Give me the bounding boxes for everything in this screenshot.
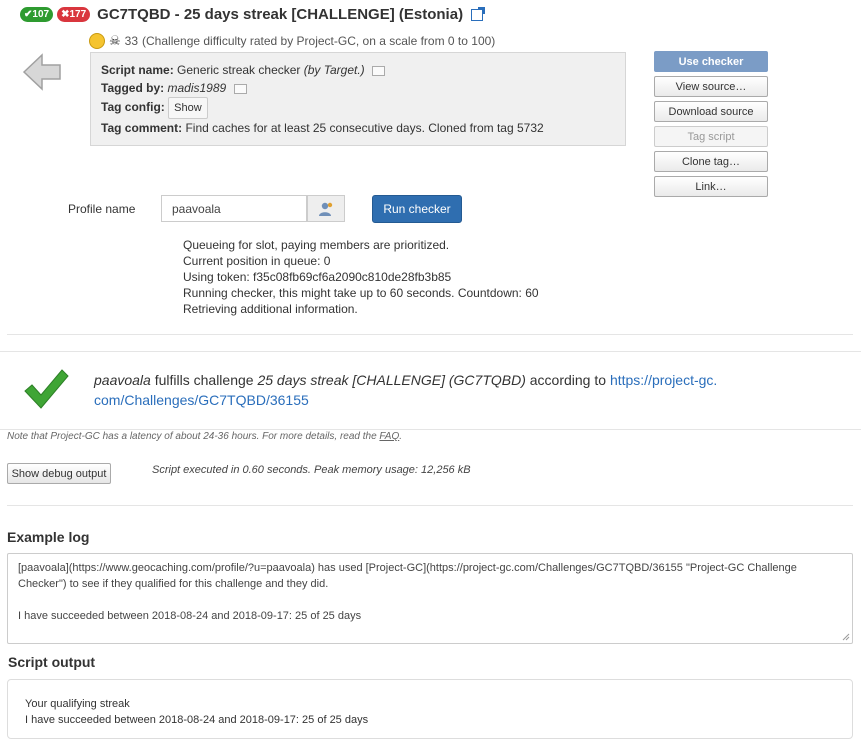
found-count: 107	[32, 9, 50, 20]
mail-icon[interactable]	[233, 83, 247, 94]
divider	[7, 334, 853, 335]
tagged-by-label: Tagged by:	[101, 81, 165, 95]
profile-name-input[interactable]	[161, 195, 307, 222]
show-config-button[interactable]: Show	[168, 97, 208, 119]
script-output-heading: Script output	[8, 654, 96, 670]
view-source-button[interactable]: View source…	[654, 76, 768, 97]
divider	[7, 505, 853, 506]
difficulty-row: ☠ 33 (Challenge difficulty rated by Proj…	[89, 33, 495, 49]
queue-line: Current position in queue: 0	[183, 254, 331, 268]
script-author: (by Target.)	[303, 63, 365, 77]
queue-line: Running checker, this might take up to 6…	[183, 286, 539, 300]
divider	[0, 351, 861, 352]
back-arrow-icon[interactable]	[22, 52, 62, 92]
profile-name-label: Profile name	[68, 202, 136, 216]
queue-line: Retrieving additional information.	[183, 302, 358, 316]
page-title: GC7TQBD - 25 days streak [CHALLENGE] (Es…	[97, 6, 464, 23]
difficulty-note: (Challenge difficulty rated by Project-G…	[142, 34, 496, 48]
mail-icon[interactable]	[372, 65, 386, 76]
result-challenge: 25 days streak [CHALLENGE] (GC7TQBD)	[257, 372, 526, 388]
script-name-value: Generic streak checker	[177, 63, 301, 77]
result-text: according to	[529, 372, 607, 388]
latency-end: .	[399, 431, 403, 442]
link-button[interactable]: Link…	[654, 176, 768, 197]
user-icon	[319, 202, 333, 216]
dnf-badge: ✖ 177	[57, 7, 91, 22]
result-message: paavoala fulfills challenge 25 days stre…	[94, 370, 724, 410]
example-log-line: [paavoala](https://www.geocaching.com/pr…	[18, 562, 797, 590]
script-name-row: Script name: Generic streak checker (by …	[101, 61, 615, 79]
script-output-line: Your qualifying streak	[25, 698, 130, 710]
tag-script-button[interactable]: Tag script	[654, 126, 768, 147]
queue-line: Using token: f35c08fb69cf6a2090c810de28f…	[183, 270, 452, 284]
tag-config-row: Tag config: Show	[101, 97, 615, 119]
external-link-icon[interactable]	[471, 6, 486, 21]
tagged-by-row: Tagged by: madis1989	[101, 79, 615, 97]
latency-text: Note that Project-GC has a latency of ab…	[7, 431, 377, 442]
dnf-count: 177	[69, 9, 87, 20]
script-output-box: Your qualifying streak I have succeeded …	[7, 679, 853, 739]
smiley-icon	[89, 33, 105, 49]
queue-log: Queueing for slot, paying members are pr…	[183, 237, 539, 317]
found-badge: ✔ 107	[20, 7, 54, 22]
latency-note: Note that Project-GC has a latency of ab…	[7, 431, 402, 442]
side-button-group: Use checker View source… Download source…	[654, 51, 768, 197]
result-user: paavoala	[94, 372, 151, 388]
download-source-button[interactable]: Download source	[654, 101, 768, 122]
use-checker-button[interactable]: Use checker	[654, 51, 768, 72]
tag-comment-label: Tag comment:	[101, 121, 183, 135]
faq-link[interactable]: FAQ	[379, 431, 399, 442]
show-debug-button[interactable]: Show debug output	[7, 463, 111, 484]
cache-header: ✔ 107 ✖ 177 GC7TQBD - 25 days streak [CHAL…	[20, 6, 486, 23]
example-log-textarea[interactable]: [paavoala](https://www.geocaching.com/pr…	[7, 553, 853, 644]
divider	[0, 429, 861, 430]
queue-line: Queueing for slot, paying members are pr…	[183, 238, 450, 252]
checkmark-icon	[24, 369, 69, 409]
execution-stats: Script executed in 0.60 seconds. Peak me…	[152, 464, 471, 476]
script-output-line: I have succeeded between 2018-08-24 and …	[25, 714, 369, 726]
difficulty-value: 33	[124, 34, 139, 48]
tag-comment-row: Tag comment: Find caches for at least 25…	[101, 119, 615, 137]
tag-comment-value: Find caches for at least 25 consecutive …	[185, 121, 544, 135]
example-log-line: I have succeeded between 2018-08-24 and …	[18, 610, 362, 622]
tagged-by-value: madis1989	[167, 81, 227, 95]
example-log-heading: Example log	[7, 529, 90, 545]
clone-tag-button[interactable]: Clone tag…	[654, 151, 768, 172]
skull-icon: ☠	[109, 33, 121, 48]
run-checker-button[interactable]: Run checker	[372, 195, 462, 223]
script-name-label: Script name:	[101, 63, 174, 77]
user-picker-button[interactable]	[307, 195, 345, 222]
result-text: fulfills challenge	[154, 372, 254, 388]
script-info-box: Script name: Generic streak checker (by …	[90, 52, 626, 146]
tag-config-label: Tag config:	[101, 100, 165, 114]
resize-handle-icon[interactable]	[842, 633, 850, 641]
